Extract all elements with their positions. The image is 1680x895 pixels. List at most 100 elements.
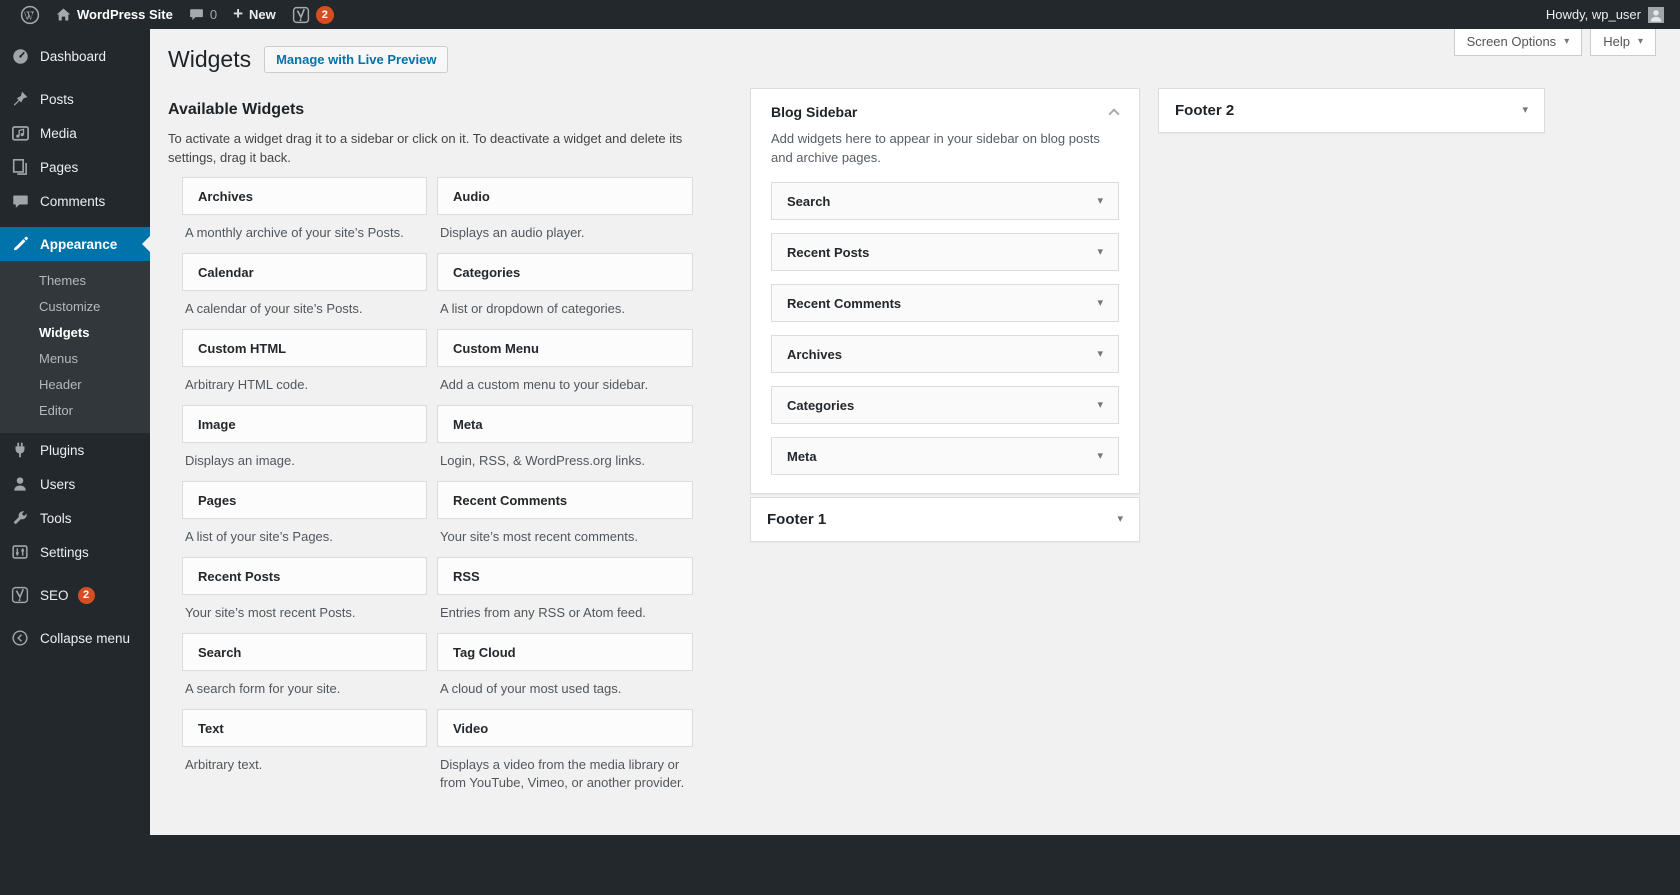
sidebar-widget-categories[interactable]: Categories ▾ [771, 386, 1119, 424]
widget-tile[interactable]: Categories [437, 253, 693, 291]
widget-card-image: Image Displays an image. [182, 405, 427, 481]
sidebar-widget-title: Search [787, 193, 831, 209]
submenu-item-customize[interactable]: Customize [0, 294, 150, 320]
sidebar-item-media[interactable]: Media [0, 116, 150, 150]
menu-separator [0, 569, 150, 578]
plug-icon [10, 440, 30, 460]
available-widgets-title: Available Widgets [168, 101, 305, 118]
sidebar-item-tools[interactable]: Tools [0, 501, 150, 535]
bottom-dark-band [0, 835, 1680, 895]
sidebar-widget-archives[interactable]: Archives ▾ [771, 335, 1119, 373]
submenu-item-menus[interactable]: Menus [0, 346, 150, 372]
widget-title: Tag Cloud [453, 644, 516, 660]
widget-tile[interactable]: RSS [437, 557, 693, 595]
submenu-item-themes[interactable]: Themes [0, 268, 150, 294]
widget-card-categories: Categories A list or dropdown of categor… [437, 253, 693, 329]
submenu-item-editor[interactable]: Editor [0, 398, 150, 424]
sidebar-item-label: Settings [40, 544, 89, 560]
help-tab[interactable]: Help ▾ [1590, 29, 1656, 56]
admin-menu: Dashboard Posts Media Pages Comments App… [0, 29, 150, 835]
manage-live-preview-button[interactable]: Manage with Live Preview [264, 46, 449, 73]
sidebar-item-label: Tools [40, 510, 72, 526]
widget-card-search: Search A search form for your site. [182, 633, 427, 709]
widget-title: Audio [453, 188, 490, 204]
widget-tile[interactable]: Search [182, 633, 427, 671]
account-menu[interactable]: Howdy, wp_user [1542, 0, 1668, 29]
blog-sidebar-title: Blog Sidebar [771, 104, 858, 120]
chevron-down-icon[interactable]: ▾ [1522, 105, 1528, 116]
wordpress-logo-menu[interactable] [12, 0, 48, 29]
sidebar-widget-meta[interactable]: Meta ▾ [771, 437, 1119, 475]
widget-description: A calendar of your site’s Posts. [185, 301, 363, 316]
widget-tile[interactable]: Custom HTML [182, 329, 427, 367]
widget-card-custom-menu: Custom Menu Add a custom menu to your si… [437, 329, 693, 405]
chevron-down-icon[interactable]: ▾ [1097, 297, 1103, 309]
submenu-item-widgets[interactable]: Widgets [0, 320, 150, 346]
footer-2-panel[interactable]: Footer 2 ▾ [1158, 88, 1545, 133]
comments-shortcut[interactable]: 0 [181, 0, 225, 29]
sidebar-item-comments[interactable]: Comments [0, 184, 150, 218]
sidebar-item-label: Dashboard [40, 48, 107, 64]
available-widgets-grid: Archives A monthly archive of your site’… [182, 177, 693, 803]
admin-bar: WordPress Site 0 + New 2 Howdy, wp_user [0, 0, 1680, 29]
widget-tile[interactable]: Text [182, 709, 427, 747]
page-header: Widgets Manage with Live Preview [168, 45, 449, 74]
widget-description: Arbitrary text. [185, 757, 263, 772]
appearance-submenu: Themes Customize Widgets Menus Header Ed… [0, 261, 150, 433]
sidebar-item-seo[interactable]: SEO 2 [0, 578, 150, 612]
sidebar-widget-title: Meta [787, 448, 817, 464]
chevron-down-icon[interactable]: ▾ [1097, 348, 1103, 360]
chevron-down-icon[interactable]: ▾ [1097, 399, 1103, 411]
sidebar-item-appearance[interactable]: Appearance [0, 227, 150, 261]
chevron-down-icon[interactable]: ▾ [1117, 514, 1123, 525]
footer-1-panel[interactable]: Footer 1 ▾ [750, 497, 1140, 542]
widget-description: Displays an audio player. [440, 225, 585, 240]
widget-tile[interactable]: Pages [182, 481, 427, 519]
screen-options-tab[interactable]: Screen Options ▾ [1453, 29, 1583, 56]
sidebar-widget-search[interactable]: Search ▾ [771, 182, 1119, 220]
widget-title: Pages [198, 492, 237, 508]
widget-card-video: Video Displays a video from the media li… [437, 709, 693, 803]
sidebar-widget-recent-posts[interactable]: Recent Posts ▾ [771, 233, 1119, 271]
yoast-seo-icon [10, 585, 30, 605]
collapse-menu-button[interactable]: Collapse menu [0, 621, 150, 655]
widget-tile[interactable]: Meta [437, 405, 693, 443]
widget-tile[interactable]: Recent Comments [437, 481, 693, 519]
sidebar-item-posts[interactable]: Posts [0, 82, 150, 116]
current-menu-arrow [134, 236, 150, 252]
sidebar-item-pages[interactable]: Pages [0, 150, 150, 184]
sidebar-item-settings[interactable]: Settings [0, 535, 150, 569]
widget-description: A list or dropdown of categories. [440, 301, 625, 316]
widget-tile[interactable]: Custom Menu [437, 329, 693, 367]
new-content-menu[interactable]: + New [225, 0, 284, 29]
sidebar-widget-recent-comments[interactable]: Recent Comments ▾ [771, 284, 1119, 322]
widget-title: Archives [198, 188, 253, 204]
submenu-item-header[interactable]: Header [0, 372, 150, 398]
chevron-down-icon[interactable]: ▾ [1097, 450, 1103, 462]
widget-tile[interactable]: Image [182, 405, 427, 443]
widget-tile[interactable]: Audio [437, 177, 693, 215]
yoast-seo-menu[interactable]: 2 [284, 0, 342, 29]
widget-tile[interactable]: Calendar [182, 253, 427, 291]
widget-card-recent-comments: Recent Comments Your site’s most recent … [437, 481, 693, 557]
sidebar-item-dashboard[interactable]: Dashboard [0, 39, 150, 73]
chevron-down-icon[interactable]: ▾ [1097, 246, 1103, 258]
plus-icon: + [233, 4, 244, 23]
yoast-seo-icon [292, 6, 310, 24]
sidebar-item-label: Appearance [40, 236, 118, 252]
help-label: Help [1603, 34, 1630, 49]
screen-options-label: Screen Options [1466, 34, 1557, 49]
chevron-down-icon[interactable]: ▾ [1097, 195, 1103, 207]
sidebar-item-users[interactable]: Users [0, 467, 150, 501]
main-content: Screen Options ▾ Help ▾ Widgets Manage w… [150, 29, 1680, 835]
sidebar-item-label: Comments [40, 193, 106, 209]
widget-tile[interactable]: Tag Cloud [437, 633, 693, 671]
sidebar-item-plugins[interactable]: Plugins [0, 433, 150, 467]
widget-tile[interactable]: Recent Posts [182, 557, 427, 595]
widget-tile[interactable]: Archives [182, 177, 427, 215]
widget-card-tag-cloud: Tag Cloud A cloud of your most used tags… [437, 633, 693, 709]
seo-menu-badge: 2 [77, 586, 95, 604]
visit-site-link[interactable]: WordPress Site [48, 0, 181, 29]
comment-bubble-icon [189, 7, 204, 22]
widget-tile[interactable]: Video [437, 709, 693, 747]
